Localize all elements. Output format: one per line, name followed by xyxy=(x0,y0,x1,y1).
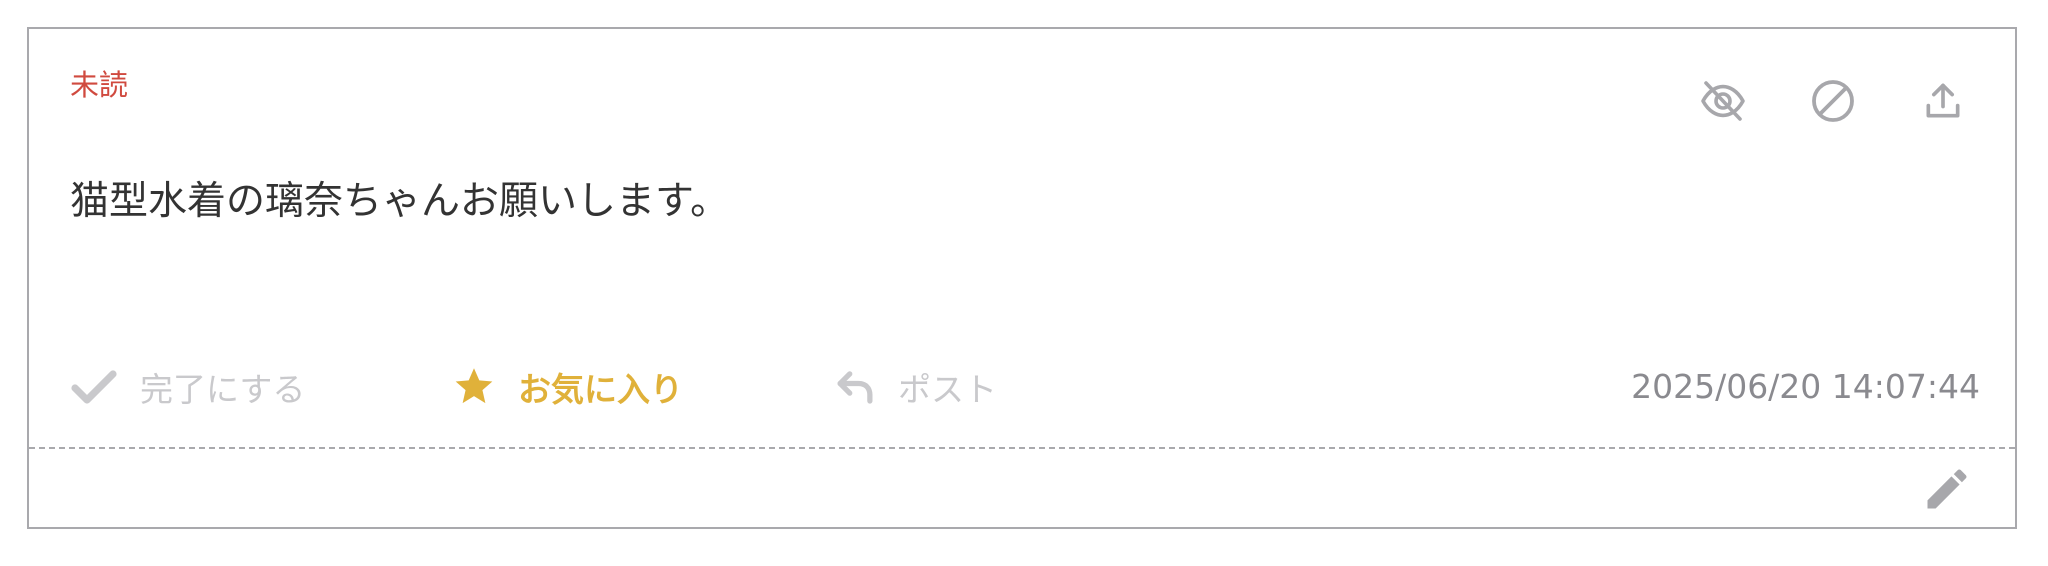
share-button[interactable] xyxy=(1913,71,1973,131)
pencil-icon xyxy=(1921,463,1973,519)
star-icon xyxy=(452,365,496,409)
post-button[interactable]: ポスト xyxy=(834,357,997,417)
block-button[interactable] xyxy=(1803,71,1863,131)
ban-icon xyxy=(1809,77,1857,125)
favorite-label: お気に入り xyxy=(518,370,683,409)
mark-done-label: 完了にする xyxy=(140,370,306,409)
check-icon xyxy=(70,367,118,407)
favorite-button[interactable]: お気に入り xyxy=(452,357,683,417)
action-bar: 完了にする お気に入り ポスト 2025/06/20 14:07:44 xyxy=(70,357,1980,417)
mark-done-button[interactable]: 完了にする xyxy=(70,357,305,417)
post-label: ポスト xyxy=(898,370,997,409)
message-card: 未読 猫型水着の璃奈ちゃんお願いします。 完了にする お気に入り ポスト 202… xyxy=(27,27,2017,529)
section-divider xyxy=(29,447,2015,449)
edit-button[interactable] xyxy=(1919,463,1975,519)
hide-button[interactable] xyxy=(1693,71,1753,131)
timestamp: 2025/06/20 14:07:44 xyxy=(1631,367,1980,406)
status-badge: 未読 xyxy=(70,68,129,102)
eye-slash-icon xyxy=(1699,77,1747,125)
message-text: 猫型水着の璃奈ちゃんお願いします。 xyxy=(70,179,730,224)
reply-icon xyxy=(834,366,876,408)
upload-icon xyxy=(1921,79,1965,123)
